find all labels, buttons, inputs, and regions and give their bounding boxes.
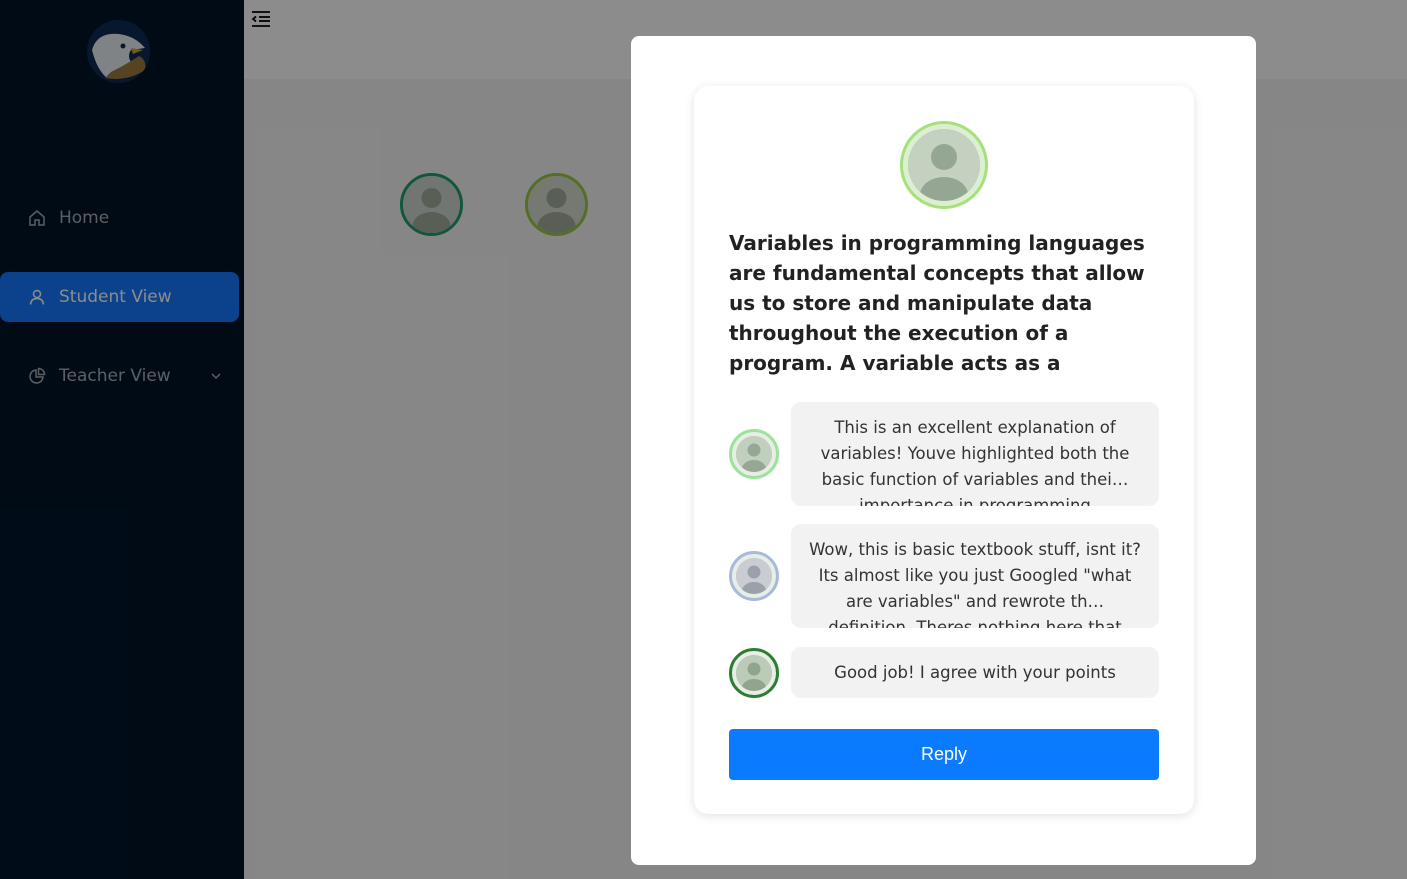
avatar bbox=[729, 551, 779, 601]
comment-text: Wow, this is basic textbook stuff, isnt … bbox=[791, 524, 1159, 628]
avatar bbox=[729, 648, 779, 698]
post-author-avatar bbox=[900, 121, 988, 209]
comment-text: Good job! I agree with your points bbox=[791, 647, 1159, 698]
comment-text: This is an excellent explanation of vari… bbox=[791, 402, 1159, 506]
reply-button[interactable]: Reply bbox=[729, 729, 1159, 780]
post-card: Variables in programming languages are f… bbox=[694, 86, 1194, 814]
post-content: Variables in programming languages are f… bbox=[729, 231, 1145, 375]
comment-item: Wow, this is basic textbook stuff, isnt … bbox=[729, 524, 1159, 628]
comment-item: This is an excellent explanation of vari… bbox=[729, 402, 1159, 506]
post-modal: Variables in programming languages are f… bbox=[631, 36, 1256, 865]
avatar bbox=[729, 429, 779, 479]
comment-item: Good job! I agree with your points bbox=[729, 647, 1159, 699]
